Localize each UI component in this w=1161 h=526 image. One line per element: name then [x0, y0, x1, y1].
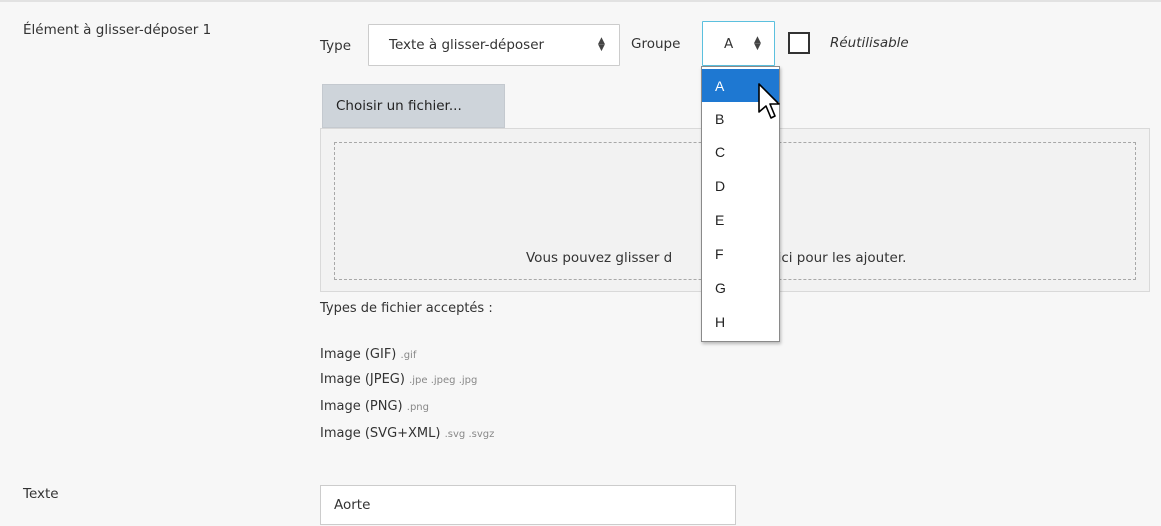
group-option-g[interactable]: G [702, 271, 779, 304]
updown-arrow-icon: ▲ ▼ [598, 36, 605, 53]
file-type-ext: .svg .svgz [444, 429, 495, 440]
type-select-value: Texte à glisser-déposer [389, 37, 545, 53]
file-type-ext: .png [406, 402, 429, 413]
file-type-ext: .jpe .jpeg .jpg [409, 375, 478, 386]
group-option-d[interactable]: D [702, 169, 779, 202]
element-label: Élément à glisser-déposer 1 [23, 22, 212, 38]
group-select-value: A [724, 35, 734, 52]
text-input[interactable]: Aorte [320, 485, 736, 525]
file-type-item: Image (JPEG) .jpe .jpeg .jpg [320, 372, 477, 387]
dropzone-text-right: s ici pour les ajouter. [766, 250, 907, 266]
file-type-name: Image (SVG+XML) [320, 426, 441, 441]
type-label: Type [320, 38, 352, 54]
group-label: Groupe [631, 36, 681, 52]
text-input-value: Aorte [334, 497, 371, 513]
type-select[interactable]: Texte à glisser-déposer ▲ ▼ [368, 24, 620, 66]
file-type-item: Image (GIF) .gif [320, 347, 416, 362]
group-option-c[interactable]: C [702, 135, 779, 168]
drag-drop-element-panel: Élément à glisser-déposer 1 Type Texte à… [0, 0, 1161, 526]
file-type-name: Image (JPEG) [320, 372, 405, 387]
group-option-h[interactable]: H [702, 305, 779, 338]
file-type-item: Image (PNG) .png [320, 399, 429, 414]
dropzone-text-left: Vous pouvez glisser d [526, 250, 673, 266]
choose-file-label: Choisir un fichier... [336, 98, 462, 114]
file-type-name: Image (PNG) [320, 399, 403, 414]
group-select[interactable]: A ▲ ▼ [702, 21, 775, 66]
group-option-e[interactable]: E [702, 203, 779, 236]
reusable-checkbox[interactable] [788, 32, 810, 54]
file-type-ext: .gif [400, 350, 417, 361]
accepted-types-title: Types de fichier acceptés : [320, 301, 493, 316]
text-field-label: Texte [23, 486, 59, 502]
mouse-pointer-icon [758, 83, 780, 119]
group-option-f[interactable]: F [702, 237, 779, 270]
choose-file-button[interactable]: Choisir un fichier... [322, 84, 505, 128]
file-type-item: Image (SVG+XML) .svg .svgz [320, 426, 494, 441]
reusable-label: Réutilisable [830, 35, 909, 51]
file-type-name: Image (GIF) [320, 347, 397, 362]
updown-arrow-icon: ▲ ▼ [754, 35, 761, 52]
